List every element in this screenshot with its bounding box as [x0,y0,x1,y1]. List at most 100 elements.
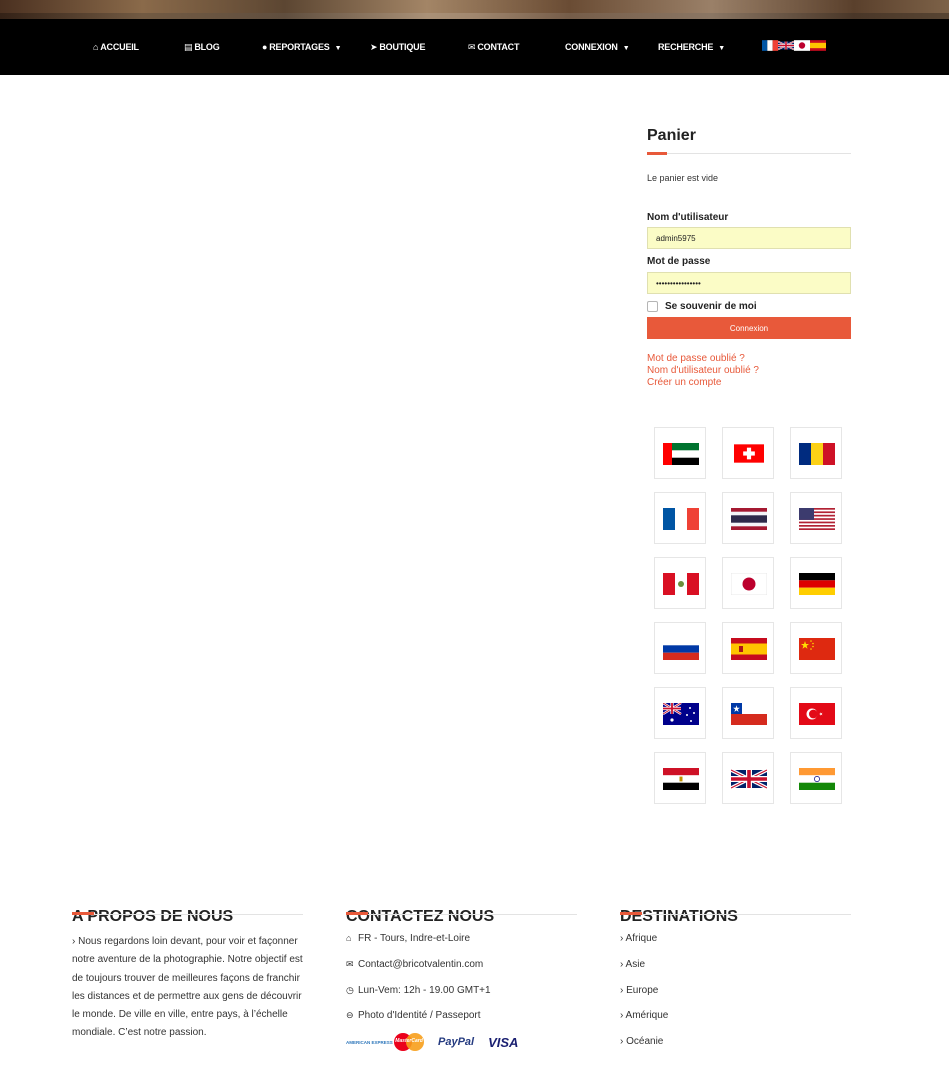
flag-fr-large-icon [663,508,699,530]
create-account-link[interactable]: Créer un compte [647,377,721,388]
remember-label: Se souvenir de moi [665,301,757,312]
nav-accueil-label: ACCUEIL [100,42,139,52]
password-input[interactable] [647,272,851,294]
flag-tile-tr[interactable] [790,687,842,739]
nav-boutique[interactable]: ➤ BOUTIQUE [370,19,425,75]
divider [647,153,851,154]
flag-cn-icon [799,638,835,660]
nav-boutique-label: BOUTIQUE [379,42,426,52]
flag-cl-icon [731,703,767,725]
flag-tile-de[interactable] [790,557,842,609]
home-icon: ⌂ [346,933,352,943]
divider [620,914,851,915]
clock-icon: ◷ [346,985,354,995]
remember-me: Se souvenir de moi [647,301,757,312]
title-accent-bar [72,912,94,915]
flag-jp-icon[interactable] [794,40,810,51]
remember-checkbox[interactable] [647,301,658,312]
flag-gb-large-icon [731,768,767,790]
contact-address: ⌂ FR - Tours, Indre-et-Loire [346,933,470,944]
nav-recherche[interactable]: RECHERCHE ▼ [658,19,725,75]
about-text: › Nous regardons loin devant, pour voir … [72,936,303,1039]
flag-tile-ae[interactable] [654,427,706,479]
contact-hours-text: Lun-Vem: 12h - 19.00 GMT+1 [358,985,491,996]
mastercard-logo: MasterCard [394,1033,424,1051]
footer-about-title: A PROPOS DE NOUS [72,908,234,926]
mastercard-logo-text: MasterCard [395,1038,423,1044]
nav-reportages[interactable]: ● REPORTAGES ▼ [262,19,342,75]
flag-tile-pe[interactable] [654,557,706,609]
flag-tile-au[interactable] [654,687,706,739]
envelope-icon: ✉ [468,42,476,52]
flag-tile-gb[interactable] [722,752,774,804]
flag-tile-ro[interactable] [790,427,842,479]
destination-link[interactable]: › Océanie [620,1036,663,1047]
language-switcher [762,40,826,52]
envelope-icon: ✉ [346,959,354,969]
forgot-username-link[interactable]: Nom d'utilisateur oublié ? [647,365,759,376]
flag-in-icon [799,768,835,790]
flag-tile-jp[interactable] [722,557,774,609]
main-navbar: ⌂ ACCUEIL ▤ BLOG ● REPORTAGES ▼ ➤ BOUTIQUE ✉ C… [0,19,949,75]
flag-th-icon [731,508,767,530]
flag-tile-ch[interactable] [722,427,774,479]
flag-tile-ru[interactable] [654,622,706,674]
flag-jp-large-icon [731,573,767,595]
nav-blog[interactable]: ▤ BLOG [184,19,220,75]
flag-eg-icon [663,768,699,790]
flag-fr-icon[interactable] [762,40,778,51]
visa-logo: VISA [488,1034,519,1050]
caret-down-icon: ▼ [334,45,342,52]
flag-tile-th[interactable] [722,492,774,544]
contact-email[interactable]: ✉ Contact@bricotvalentin.com [346,959,483,970]
flag-es-large-icon [731,638,767,660]
nav-recherche-label: RECHERCHE [658,42,714,52]
destination-link[interactable]: › Amérique [620,1010,668,1021]
flag-au-icon [663,703,699,725]
flag-tile-in[interactable] [790,752,842,804]
home-icon: ⌂ [93,42,99,52]
nav-connexion-label: CONNEXION [565,42,618,52]
forgot-password-link[interactable]: Mot de passe oublié ? [647,353,745,364]
caret-down-icon: ▼ [622,45,630,52]
contact-service: ⊖ Photo d'Identité / Passeport [346,1010,481,1021]
header-banner-image [0,0,949,19]
destination-link[interactable]: › Europe [620,985,658,996]
password-label: Mot de passe [647,256,711,267]
cart-empty-text: Le panier est vide [647,173,719,183]
flag-ae-icon [663,443,699,465]
flag-tile-us[interactable] [790,492,842,544]
contact-service-text: Photo d'Identité / Passeport [358,1010,481,1021]
login-button[interactable]: Connexion [647,317,851,339]
destination-link[interactable]: › Afrique [620,933,657,944]
nav-accueil[interactable]: ⌂ ACCUEIL [93,19,139,75]
nav-blog-label: BLOG [194,42,220,52]
flag-tile-fr[interactable] [654,492,706,544]
flag-us-icon [799,508,835,530]
flag-es-icon[interactable] [810,40,826,51]
divider [346,914,577,915]
username-input[interactable] [647,227,851,249]
flag-tile-cl[interactable] [722,687,774,739]
flag-gb-icon[interactable] [778,40,794,51]
caret-down-icon: ▼ [718,45,725,52]
destination-link[interactable]: › Asie [620,959,645,970]
flag-ro-icon [799,443,835,465]
title-accent-bar [647,152,667,155]
nav-contact[interactable]: ✉ CONTACT [468,19,519,75]
contact-email-text: Contact@bricotvalentin.com [358,959,484,970]
footer-contact-title: CONTACTEZ NOUS [346,908,495,926]
nav-contact-label: CONTACT [477,42,520,52]
flag-tr-icon [799,703,835,725]
flag-ch-icon [734,444,764,463]
payment-logos: AMERICAN EXPRESS MasterCard PayPal VISA [346,1033,518,1051]
cart-title: Panier [647,127,696,144]
flag-ru-icon [663,638,699,660]
flag-tile-es[interactable] [722,622,774,674]
nav-connexion[interactable]: CONNEXION ▼ [565,19,630,75]
flag-tile-eg[interactable] [654,752,706,804]
flag-tile-cn[interactable] [790,622,842,674]
title-accent-bar [346,912,368,915]
amex-logo: AMERICAN EXPRESS [346,1039,393,1045]
nav-reportages-label: REPORTAGES [269,42,330,52]
